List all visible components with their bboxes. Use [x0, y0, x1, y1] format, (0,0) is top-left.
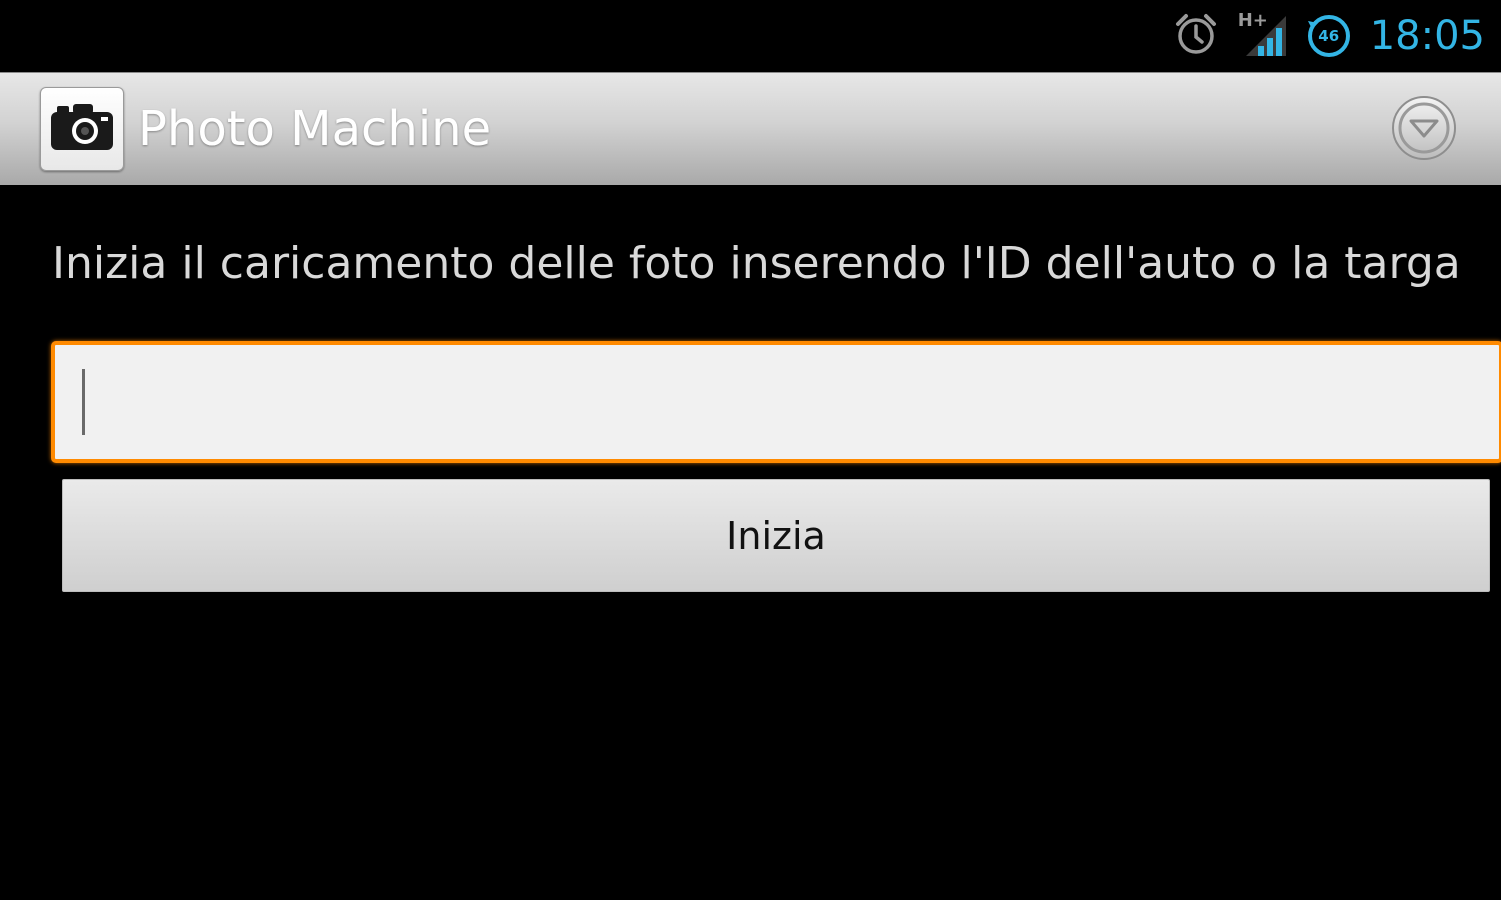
camera-icon — [49, 102, 115, 156]
chevron-down-circle-icon — [1391, 96, 1457, 165]
alarm-icon — [1172, 10, 1220, 62]
overflow-menu-button[interactable] — [1391, 95, 1457, 161]
instruction-text: Inizia il caricamento delle foto inseren… — [52, 238, 1461, 289]
action-bar: Photo Machine — [0, 72, 1501, 185]
status-icons: H+ 46 18:05 — [1172, 8, 1485, 64]
app-icon[interactable] — [40, 87, 124, 171]
signal-icon: H+ — [1237, 10, 1288, 60]
car-id-input[interactable] — [55, 345, 1499, 459]
app-title: Photo Machine — [138, 101, 492, 157]
status-bar: H+ 46 18:05 — [0, 0, 1501, 72]
sync-icon: 46 — [1306, 13, 1352, 59]
sync-badge-label: 46 — [1318, 27, 1340, 45]
status-time: 18:05 — [1369, 13, 1485, 59]
text-cursor — [82, 369, 85, 435]
start-button[interactable]: Inizia — [62, 479, 1490, 592]
car-id-input-field[interactable] — [51, 341, 1501, 463]
network-type-label: H+ — [1237, 10, 1268, 31]
